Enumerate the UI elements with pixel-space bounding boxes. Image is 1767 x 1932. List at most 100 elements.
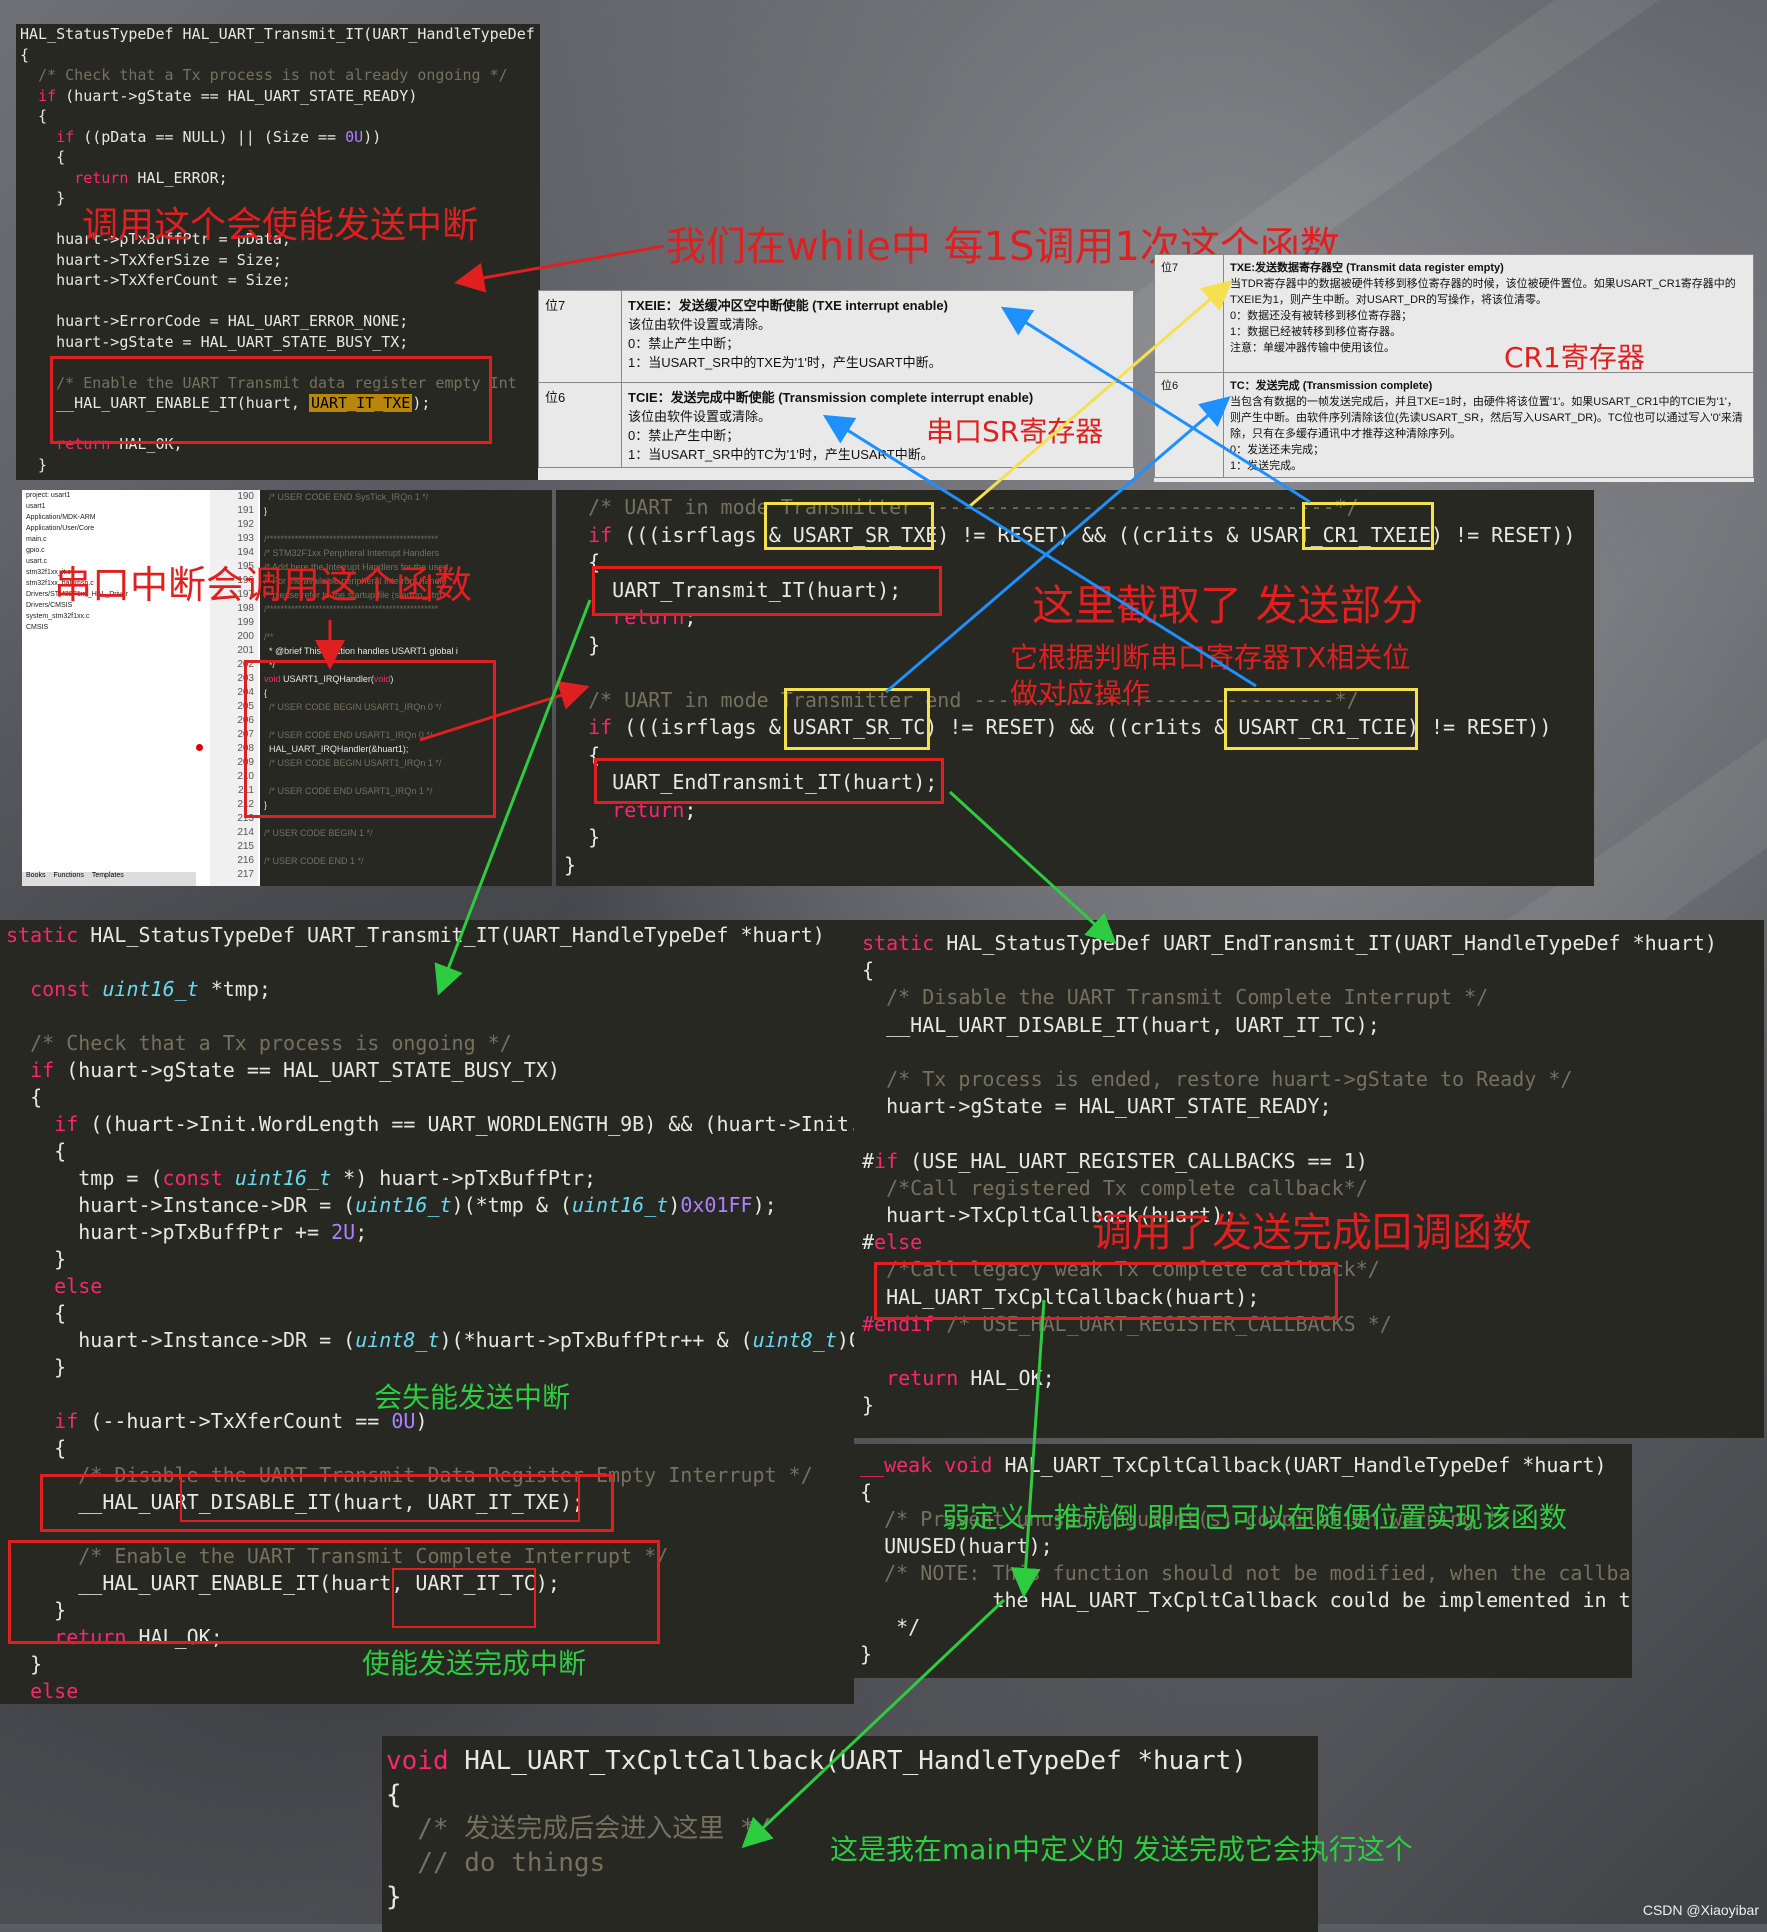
code-line: const uint16_t *tmp; <box>30 977 271 1001</box>
doc-line: 1：发送完成。 <box>1230 460 1303 472</box>
bit-label: 位7 <box>538 290 622 383</box>
highlight-uart-it-tc <box>392 1568 536 1628</box>
annotation-cr1-register: CR1寄存器 <box>1504 341 1645 374</box>
line-number: 190 <box>237 491 254 502</box>
code-line: /* USER CODE BEGIN 1 */ <box>264 828 373 838</box>
code-line: else <box>54 1274 103 1298</box>
code-line: if (((isrflags & USART_SR_TC) != RESET) … <box>588 715 1552 739</box>
code-line: if ((pData == NULL) || (Size == 0U)) <box>56 127 382 146</box>
doc-title: TC：发送完成 (Transmission complete) <box>1230 380 1433 392</box>
code-line: huart->TxXferSize = Size; <box>20 250 282 269</box>
line-number: 191 <box>237 505 254 516</box>
code-line: huart->TxXferCount = Size; <box>20 271 291 289</box>
tree-item[interactable]: CMSIS <box>22 622 192 633</box>
code-lines: __weak void HAL_UART_TxCpltCallback(UART… <box>860 1452 1632 1668</box>
bit-label: 位6 <box>1154 372 1224 478</box>
line-number: 215 <box>237 841 254 852</box>
code-line: } <box>564 825 601 849</box>
code-line: huart->ErrorCode = HAL_UART_ERROR_NONE; <box>20 312 409 330</box>
code-line: huart->Instance->DR = (uint16_t)(*tmp & … <box>6 1193 777 1217</box>
code-line: UNUSED(huart); <box>860 1534 1053 1558</box>
code-line: huart->gState = HAL_UART_STATE_READY; <box>862 1094 1332 1119</box>
doc-line: 当包含有数据的一帧发送完成后，并且TXE=1时，由硬件将该位置'1'。如果USA… <box>1230 396 1743 440</box>
tab-functions[interactable]: Functions <box>53 872 83 886</box>
code-line: /* Tx process is ended, restore huart->g… <box>886 1067 1573 1092</box>
annotation-enable-tc: 使能发送完成中断 <box>362 1647 587 1680</box>
tab-templates[interactable]: Templates <box>92 872 124 886</box>
line-number: 193 <box>237 533 254 544</box>
code-line: } <box>862 1393 875 1418</box>
highlight-txcplt-call <box>874 1262 1338 1320</box>
code-line: */ <box>860 1615 921 1639</box>
annotation-sr-register: 串口SR寄存器 <box>926 415 1104 448</box>
doc-row: 位7 TXE:发送数据寄存器空 (Transmit data register … <box>1154 254 1754 373</box>
code-line: if (huart->gState == HAL_UART_STATE_READ… <box>38 86 418 105</box>
code-line: __HAL_UART_DISABLE_IT(huart, UART_IT_TC)… <box>862 1012 1380 1037</box>
code-line: { <box>386 1780 402 1810</box>
code-line: if (((isrflags & USART_SR_TXE) != RESET)… <box>588 522 1576 547</box>
tree-item[interactable]: system_stm32f1xx.c <box>22 611 192 622</box>
tab-books[interactable]: Books <box>26 872 45 886</box>
code-line: } <box>564 852 577 877</box>
code-line: the HAL_UART_TxCpltCallback could be imp… <box>860 1588 1631 1612</box>
code-line: } <box>20 455 48 474</box>
annotation-excerpt: 这里截取了 发送部分 <box>1032 581 1424 630</box>
cr1-register-doc: 位7 TXE:发送数据寄存器空 (Transmit data register … <box>1154 254 1754 482</box>
code-line: { <box>6 1139 67 1163</box>
code-line: /***************************************… <box>264 534 439 544</box>
doc-line: 0：发送还未完成； <box>1230 444 1325 456</box>
highlight-usart-cr1-tcie <box>1224 688 1418 750</box>
tree-item[interactable]: Application/MDK-ARM <box>22 512 192 523</box>
tree-item[interactable]: usart1 <box>22 501 192 512</box>
annotation-enable-interrupt: 调用这个会使能发送中断 <box>82 205 479 246</box>
highlight-endtransmit-it-call <box>594 758 944 804</box>
code-line: /* Check that a Tx process is not alread… <box>38 66 508 84</box>
code-line: { <box>6 1436 67 1460</box>
annotation-callback-called: 调用了发送完成回调函数 <box>1092 1210 1532 1256</box>
code-line: huart->pTxBuffPtr += 2U; <box>6 1220 368 1244</box>
code-line: { <box>20 45 30 64</box>
tree-item[interactable]: project: usart1 <box>22 490 192 501</box>
highlight-box-enable-it <box>50 356 492 444</box>
doc-line: 注意：单缓冲器传输中使用该位。 <box>1230 342 1395 354</box>
code-line: } <box>6 1247 67 1271</box>
breakpoint-icon[interactable] <box>196 744 203 751</box>
code-line: { <box>862 958 875 983</box>
ide-bottom-tabs: Books Functions Templates <box>22 872 196 886</box>
doc-title: TXE:发送数据寄存器空 (Transmit data register emp… <box>1230 262 1504 274</box>
annotation-operate: 做对应操作 <box>1010 677 1151 710</box>
code-line: return HAL_ERROR; <box>74 168 228 187</box>
highlight-usart-cr1-txeie <box>1302 502 1434 550</box>
doc-row: 位6 TC：发送完成 (Transmission complete) 当包含有数… <box>1154 372 1754 478</box>
code-line: { <box>6 1301 67 1325</box>
tree-item[interactable]: main.c <box>22 534 192 545</box>
code-line: { <box>6 1085 43 1109</box>
line-number: 216 <box>237 855 254 866</box>
sr-register-doc: 位7 TXEIE：发送缓冲区空中断使能 (TXE interrupt enabl… <box>538 290 1134 480</box>
code-line: return HAL_OK; <box>886 1366 1055 1391</box>
annotation-disable-tx: 会失能发送中断 <box>374 1381 571 1414</box>
code-line: /* USER CODE END SysTick_IRQn 1 */ <box>269 492 429 502</box>
highlight-enable-tc <box>8 1540 660 1644</box>
code-line: tmp = (const uint16_t *) huart->pTxBuffP… <box>6 1166 597 1190</box>
code-line: if ((huart->Init.WordLength == UART_WORD… <box>54 1112 854 1136</box>
project-tree: project: usart1 usart1 Application/MDK-ARM… <box>22 490 192 886</box>
code-lines: static HAL_StatusTypeDef UART_EndTransmi… <box>862 930 1764 1420</box>
code-line: } <box>386 1882 402 1912</box>
line-number: 201 <box>237 645 254 656</box>
code-line: { <box>20 107 48 125</box>
code-line: HAL_StatusTypeDef HAL_UART_Transmit_IT(U… <box>20 25 535 43</box>
code-line: static HAL_StatusTypeDef UART_Transmit_I… <box>6 923 825 947</box>
code-line: huart->gState = HAL_UART_STATE_BUSY_TX; <box>20 332 409 351</box>
tree-item[interactable]: Application/User/Core <box>22 523 192 534</box>
code-line: if (huart->gState == HAL_UART_STATE_BUSY… <box>30 1058 560 1082</box>
doc-line: 0：数据还没有被转移到移位寄存器； <box>1230 310 1413 322</box>
